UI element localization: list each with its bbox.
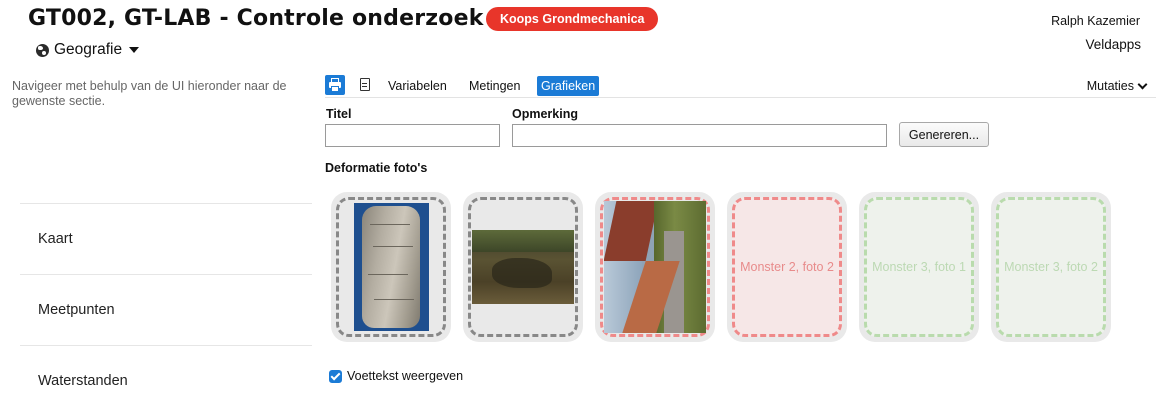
- photo-tile-5[interactable]: Monster 3, foto 1: [859, 192, 979, 342]
- sidebar-nav: Kaart Meetpunten Waterstanden: [20, 203, 312, 403]
- photo-placeholder-label: Monster 3, foto 2: [1004, 259, 1098, 274]
- opmerking-label: Opmerking: [512, 107, 578, 121]
- footer-text-label: Voettekst weergeven: [347, 369, 464, 383]
- titel-input[interactable]: [325, 124, 500, 147]
- photo-tile-1[interactable]: [331, 192, 451, 342]
- mutaties-dropdown[interactable]: Mutaties: [1086, 76, 1148, 96]
- photo-placeholder-label: Monster 3, foto 1: [872, 259, 966, 274]
- page-title: GT002, GT-LAB - Controle onderzoek: [28, 6, 484, 31]
- photo-soil-core-image: [354, 203, 429, 331]
- photo-tile-6[interactable]: Monster 3, foto 2: [991, 192, 1111, 342]
- photo-tile-2[interactable]: [463, 192, 583, 342]
- generate-button[interactable]: Genereren...: [899, 122, 989, 147]
- user-name[interactable]: Ralph Kazemier: [1051, 14, 1140, 28]
- toolbar: Variabelen Metingen Grafieken Mutaties: [325, 74, 1156, 98]
- globe-icon: [36, 43, 49, 57]
- caret-down-icon: [129, 47, 140, 53]
- footer-text-option[interactable]: Voettekst weergeven: [329, 369, 463, 383]
- sidebar-hint: Navigeer met behulp van de UI hieronder …: [12, 79, 287, 108]
- photo-trench-image: [472, 230, 574, 304]
- opmerking-input[interactable]: [512, 124, 887, 147]
- footer-text-checkbox[interactable]: [329, 369, 342, 383]
- photo-slot: Monster 3, foto 2: [996, 197, 1106, 337]
- project-dropdown-label: Geografie: [54, 41, 123, 58]
- company-badge: Koops Grondmechanica: [486, 7, 659, 31]
- photo-tile-4[interactable]: Monster 2, foto 2: [727, 192, 847, 342]
- tab-metingen[interactable]: Metingen: [469, 76, 520, 96]
- document-icon[interactable]: [360, 78, 370, 91]
- organization-name[interactable]: Veldapps: [1085, 37, 1141, 52]
- sidebar-item-kaart[interactable]: Kaart: [20, 203, 312, 274]
- section-title-deformation-photos: Deformatie foto's: [325, 161, 428, 175]
- tab-grafieken[interactable]: Grafieken: [537, 76, 600, 96]
- photo-slot: Monster 2, foto 2: [732, 197, 842, 337]
- photo-street-image: [604, 201, 706, 333]
- project-dropdown[interactable]: Geografie: [36, 41, 140, 59]
- chevron-down-icon: [1137, 79, 1148, 89]
- print-icon[interactable]: [325, 75, 345, 95]
- sidebar-item-meetpunten[interactable]: Meetpunten: [20, 274, 312, 345]
- sidebar-item-waterstanden[interactable]: Waterstanden: [20, 345, 312, 403]
- photo-slot: Monster 3, foto 1: [864, 197, 974, 337]
- photo-placeholder-label: Monster 2, foto 2: [740, 259, 834, 274]
- tab-variabelen[interactable]: Variabelen: [388, 76, 447, 96]
- mutaties-label: Mutaties: [1086, 79, 1134, 93]
- titel-label: Titel: [326, 107, 352, 121]
- photo-tile-3[interactable]: [595, 192, 715, 342]
